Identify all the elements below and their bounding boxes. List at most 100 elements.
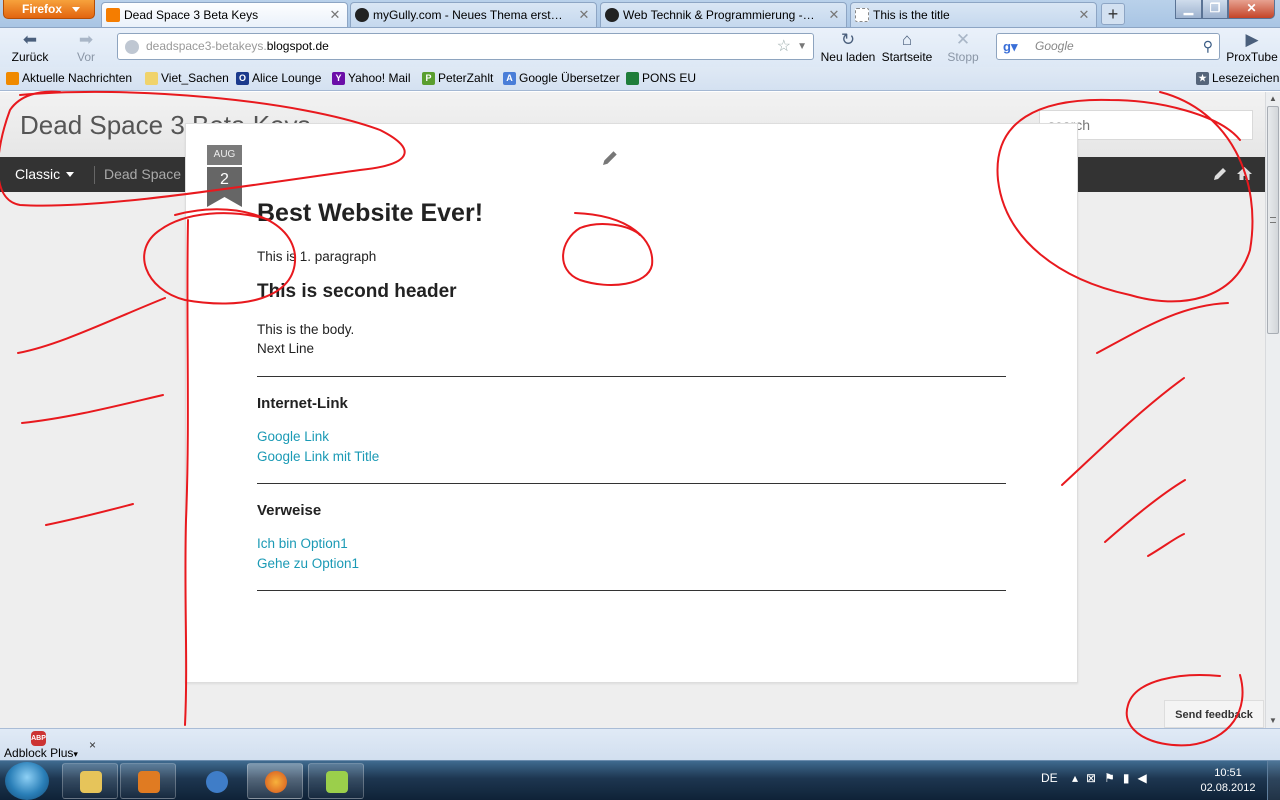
home-icon[interactable] [1236,165,1253,182]
stop-button[interactable]: ✕ Stopp [944,30,982,64]
close-addon-bar-button[interactable]: × [89,738,96,752]
reference-option1[interactable]: Ich bin Option1 [257,534,1007,554]
bookmark-label: Aktuelle Nachrichten [22,71,133,85]
proxtube-label: ProxTube [1226,50,1278,64]
tab-title: myGully.com - Neues Thema erstellen [373,8,566,22]
bookmark-label: Yahoo! Mail [348,71,411,85]
bookmark-label: Google Übersetzer [519,71,620,85]
date-month: AUG [207,145,242,165]
tray-expand-icon[interactable]: ▴ [1072,771,1086,785]
nav-divider [94,166,95,184]
bookmark-label: Alice Lounge [252,71,322,85]
close-icon[interactable]: ✕ [328,3,342,27]
adblock-plus-icon: ABP [31,731,46,746]
windows-start-button[interactable] [5,762,49,800]
tab-title: This is the title [873,8,950,22]
volume-icon[interactable]: ◀ [1137,771,1154,785]
home-button[interactable]: ⌂ Startseite [880,30,934,64]
rss-icon [6,72,19,85]
taskbar-explorer[interactable] [62,763,118,799]
bookmark-viet-sachen[interactable]: Viet_Sachen [143,67,229,90]
web-search-input[interactable]: g▾ Google ⚲ [996,33,1220,60]
section-internet-link: Internet-Link [257,395,348,412]
yahoo-icon: Y [332,72,345,85]
forward-arrow-icon: ➡ [78,30,94,49]
mygully-icon [605,8,619,22]
window-close-button[interactable]: ✕ [1228,0,1275,19]
notepad-icon [326,771,348,793]
new-tab-button[interactable]: + [1101,3,1125,25]
bookmark-aktuelle-nachrichten[interactable]: Aktuelle Nachrichten [4,67,132,90]
date-badge: AUG 2 [207,145,242,207]
stop-icon: ✕ [955,30,971,49]
scroll-thumb[interactable] [1267,106,1279,334]
tab-web-technik[interactable]: Web Technik & Programmierung - m... ✕ [600,2,847,27]
pencil-icon[interactable] [1212,166,1228,182]
proxtube-button[interactable]: ▶ ProxTube [1225,30,1279,64]
taskbar-notepad-plus[interactable] [308,763,364,799]
post-title: Best Website Ever! [257,199,484,227]
reload-label: Neu laden [820,50,876,64]
flag-icon[interactable]: ⚑ [1104,771,1123,785]
edit-pencil-icon[interactable] [601,149,619,167]
mail-icon [206,771,228,793]
bookmark-google-translate[interactable]: A Google Übersetzer [501,67,620,90]
input-language[interactable]: DE [1041,771,1058,785]
close-icon[interactable]: ✕ [827,3,841,27]
reference-goto-option1[interactable]: Gehe zu Option1 [257,554,1007,574]
bookmark-peterzahlt[interactable]: P PeterZahlt [420,67,493,90]
search-icon[interactable]: ⚲ [1203,34,1213,59]
paragraph-1: This is 1. paragraph [257,249,377,264]
send-feedback-button[interactable]: Send feedback [1164,700,1264,728]
mygully-icon [355,8,369,22]
taskbar-firefox[interactable] [247,763,303,799]
bookmarks-menu-label: Lesezeichen [1212,71,1280,85]
tab-mygully[interactable]: myGully.com - Neues Thema erstellen ✕ [350,2,597,27]
restore-button[interactable]: ❐ [1202,0,1228,19]
close-icon[interactable]: ✕ [1077,3,1091,27]
system-tray-icons[interactable]: ▴⊠⚑▮◀ [1072,771,1155,785]
bookmark-yahoo-mail[interactable]: Y Yahoo! Mail [330,67,410,90]
tab-dead-space[interactable]: Dead Space 3 Beta Keys ✕ [101,2,348,27]
addon-bar: ABP Adblock Plus▾ × [0,728,1280,760]
tab-this-is-the-title[interactable]: This is the title ✕ [850,2,1097,27]
taskbar-media-player[interactable] [120,763,176,799]
bookmark-pons[interactable]: PONS EU [624,67,696,90]
forward-button[interactable]: ➡ Vor [66,30,106,64]
taskbar-thunderbird[interactable] [188,763,244,799]
close-icon[interactable]: ✕ [577,3,591,27]
page-scrollbar[interactable]: ▲ ▼ [1265,92,1280,728]
show-desktop-button[interactable] [1267,761,1280,800]
minimize-button[interactable]: ▁ [1175,0,1202,19]
date-day: 2 [207,167,242,193]
signal-icon[interactable]: ▮ [1123,771,1138,785]
star-icon: ★ [1196,72,1209,85]
body-line-2: Next Line [257,341,315,356]
google-link[interactable]: Google Link [257,427,1007,447]
globe-icon [125,40,139,54]
url-history-dropdown-icon[interactable]: ▼ [797,34,807,59]
view-selector[interactable]: Classic [15,157,75,192]
bookmark-star-icon[interactable]: ☆ [777,34,791,59]
scroll-down-arrow-icon[interactable]: ▼ [1266,714,1280,728]
bookmark-alice-lounge[interactable]: O Alice Lounge [234,67,321,90]
adblock-plus-button[interactable]: ABP Adblock Plus▾ [3,731,79,760]
back-button[interactable]: ⬅ Zurück [8,30,52,64]
reload-button[interactable]: ↻ Neu laden [818,30,878,64]
home-label: Startseite [881,50,933,64]
bookmarks-menu-button[interactable]: ★ Lesezeichen [1194,67,1279,90]
stop-label: Stopp [947,50,979,64]
clock-time: 10:51 [1214,767,1242,779]
google-icon: g▾ [1003,39,1018,54]
peterzahlt-icon: P [422,72,435,85]
divider [257,376,1006,377]
google-link-with-title[interactable]: Google Link mit Title [257,447,1007,467]
tab-title: Web Technik & Programmierung - m... [623,8,816,22]
network-icon[interactable]: ⊠ [1086,771,1104,785]
scroll-up-arrow-icon[interactable]: ▲ [1266,92,1280,106]
system-clock[interactable]: 10:51 02.08.2012 [1196,766,1260,796]
address-bar[interactable]: deadspace3-betakeys.blogspot.de ☆ ▼ [117,33,814,60]
firefox-menu-button[interactable]: Firefox [3,0,95,19]
media-player-icon [138,771,160,793]
folder-icon [80,771,102,793]
